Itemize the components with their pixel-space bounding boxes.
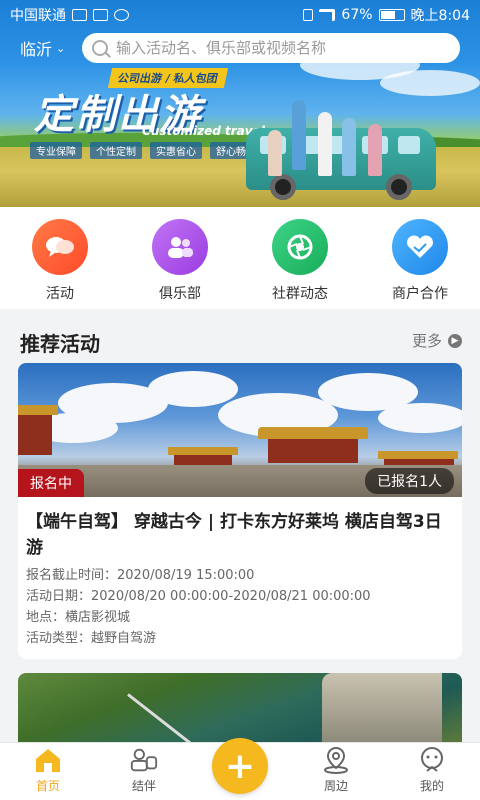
nav-activity[interactable]: 活动 (0, 207, 120, 309)
nav-community[interactable]: 社群动态 (240, 207, 360, 309)
activity-title: 【端午自驾】 穿越古今 | 打卡东方好莱坞 横店自驾3日游 (26, 512, 442, 558)
clock: 晚上8:04 (410, 8, 470, 24)
signal-icon (319, 9, 336, 21)
activity-location: 地点：横店影视城 (26, 610, 131, 625)
search-input[interactable] (116, 39, 450, 57)
home-icon (33, 746, 63, 774)
section-title: 推荐活动 (20, 332, 100, 356)
chevron-down-icon: ⌄ (56, 41, 66, 55)
status-bar: 中国联通 67% 晚上8:04 (0, 0, 480, 30)
message-icon (114, 9, 129, 21)
more-label: 更多 (411, 332, 442, 350)
activity-type: 活动类型：越野自驾游 (26, 631, 157, 646)
signup-count-badge: 已报名1人 (365, 468, 454, 494)
activity-card[interactable] (18, 673, 462, 743)
tab-home[interactable]: 首页 (0, 743, 96, 800)
tab-home-label: 首页 (35, 779, 60, 793)
tab-nearby[interactable]: 周边 (288, 743, 384, 800)
tab-bar: 首页 结伴 + 周边 我的 (0, 738, 480, 800)
notification-icon (93, 9, 108, 21)
profile-icon (417, 746, 447, 774)
quick-nav: 活动 俱乐部 社群动态 商户合作 (0, 207, 480, 309)
nav-community-label: 社群动态 (272, 286, 328, 302)
heart-handshake-icon (392, 219, 448, 275)
location-pin-icon (321, 746, 351, 774)
people-icon (152, 219, 208, 275)
banner-feature: 专业保障 (30, 142, 82, 159)
nav-club-label: 俱乐部 (159, 286, 201, 302)
chat-bubbles-icon (32, 219, 88, 275)
chevron-right-icon: ▶ (448, 333, 462, 348)
more-link[interactable]: 更多 ▶ (412, 330, 462, 351)
activity-image: 报名中 已报名1人 (18, 363, 462, 497)
activity-dates: 活动日期：2020/08/20 00:00:00-2020/08/21 00:0… (26, 589, 371, 604)
banner-feature: 个性定制 (90, 142, 142, 159)
status-badge: 报名中 (18, 469, 84, 497)
city-label: 临沂 (20, 40, 53, 59)
search-row: 临沂 ⌄ (0, 32, 480, 64)
battery-percent: 67% (341, 7, 373, 23)
nav-club[interactable]: 俱乐部 (120, 207, 240, 309)
nav-merchant-label: 商户合作 (392, 286, 448, 302)
search-box[interactable] (82, 33, 460, 63)
banner-features: 专业保障 个性定制 实惠省心 舒心畅游 (30, 142, 262, 159)
vibrate-icon (303, 9, 314, 21)
tab-profile[interactable]: 我的 (384, 743, 480, 800)
battery-icon (378, 9, 405, 21)
city-selector[interactable]: 临沂 ⌄ (20, 36, 82, 60)
banner-feature: 实惠省心 (150, 142, 202, 159)
nav-merchant[interactable]: 商户合作 (360, 207, 480, 309)
tab-profile-label: 我的 (419, 779, 444, 793)
aperture-icon (272, 219, 328, 275)
tab-nearby-label: 周边 (323, 779, 348, 793)
nav-activity-label: 活动 (46, 286, 74, 302)
plus-icon: + (212, 738, 268, 794)
tab-add[interactable]: + (192, 738, 288, 800)
carrier-label: 中国联通 (10, 8, 66, 24)
companion-icon (129, 746, 159, 774)
tab-companion[interactable]: 结伴 (96, 743, 192, 800)
tab-companion-label: 结伴 (131, 779, 156, 793)
activity-card[interactable]: 报名中 已报名1人 【端午自驾】 穿越古今 | 打卡东方好莱坞 横店自驾3日游 … (18, 363, 462, 659)
hero-banner[interactable]: 公司出游 / 私人包团 定制出游 Customized travel 专业保障 … (0, 0, 480, 207)
mail-icon (72, 9, 87, 21)
search-icon (92, 40, 108, 56)
activity-deadline: 报名截止时间：2020/08/19 15:00:00 (26, 568, 255, 583)
